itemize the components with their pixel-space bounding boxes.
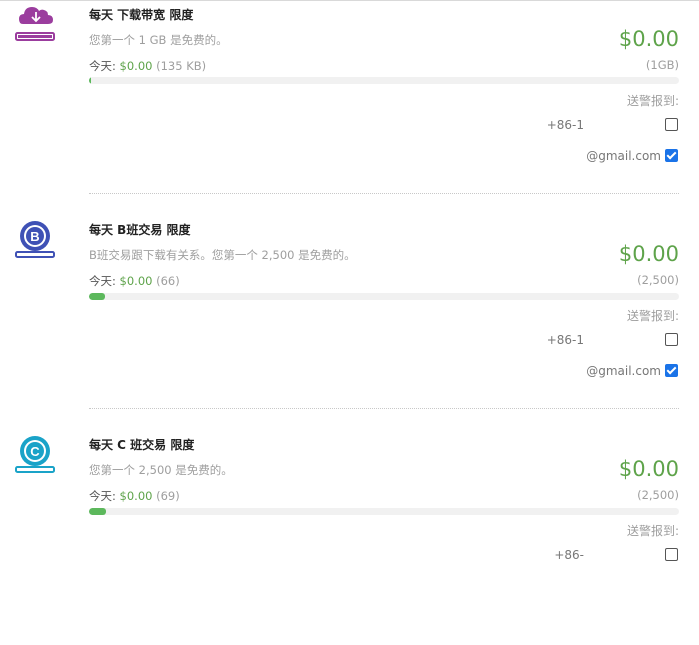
today-count: (69) — [156, 489, 180, 503]
today-count: (135 KB) — [156, 59, 207, 73]
today-label: 今天: — [89, 489, 116, 503]
section-description: 您第一个 2,500 是免费的。 — [89, 463, 233, 477]
today-amount: $0.00 — [119, 489, 153, 503]
class-b-transaction-icon: B — [15, 218, 57, 260]
today-usage: 今天: $0.00 (66) — [89, 273, 180, 289]
alert-label: 送警报到: — [626, 309, 679, 323]
class-c-transaction-section: C 每天 C 班交易 限度 您第一个 2,500 是免费的。 $0.00 今天:… — [0, 430, 699, 645]
phone-alert-checkbox[interactable] — [665, 333, 678, 346]
today-amount: $0.00 — [119, 59, 153, 73]
today-count: (66) — [156, 274, 180, 288]
phone-alert-checkbox[interactable] — [665, 118, 678, 131]
email-contact: @gmail.com — [586, 149, 661, 163]
class-b-transaction-section: B 每天 B班交易 限度 B班交易跟下载有关系。您第一个 2,500 是免费的。… — [0, 215, 699, 430]
phone-contact: +86- — [554, 548, 584, 562]
email-alert-checkbox[interactable] — [665, 364, 678, 377]
today-usage: 今天: $0.00 (69) — [89, 488, 180, 504]
section-divider — [89, 193, 679, 194]
usage-progress-bar — [89, 293, 679, 300]
section-title: 每天 B班交易 限度 — [89, 223, 191, 237]
usage-progress-fill — [89, 508, 106, 515]
section-description: 您第一个 1 GB 是免费的。 — [89, 33, 228, 47]
section-description: B班交易跟下载有关系。您第一个 2,500 是免费的。 — [89, 248, 356, 262]
usage-limit: (2,500) — [637, 273, 679, 287]
today-label: 今天: — [89, 274, 116, 288]
svg-text:C: C — [30, 444, 40, 459]
usage-limit: (1GB) — [645, 58, 679, 72]
alert-label: 送警报到: — [626, 524, 679, 538]
bandwidth-limit-section: 每天 下载带宽 限度 您第一个 1 GB 是免费的。 $0.00 今天: $0.… — [0, 0, 699, 215]
email-contact: @gmail.com — [586, 364, 661, 378]
usage-progress-fill — [89, 77, 91, 84]
today-label: 今天: — [89, 59, 116, 73]
section-divider — [89, 408, 679, 409]
section-price: $0.00 — [618, 242, 679, 266]
today-usage: 今天: $0.00 (135 KB) — [89, 58, 206, 74]
section-price: $0.00 — [618, 457, 679, 481]
phone-alert-checkbox[interactable] — [665, 548, 678, 561]
phone-contact: +86-1 — [546, 118, 584, 132]
usage-progress-bar — [89, 508, 679, 515]
usage-progress-bar — [89, 77, 679, 84]
svg-text:B: B — [30, 229, 39, 244]
usage-progress-fill — [89, 293, 105, 300]
cloud-download-icon — [15, 2, 57, 44]
usage-limit: (2,500) — [637, 488, 679, 502]
today-amount: $0.00 — [119, 274, 153, 288]
section-price: $0.00 — [618, 27, 679, 51]
class-c-transaction-icon: C — [15, 433, 57, 475]
email-alert-checkbox[interactable] — [665, 149, 678, 162]
phone-contact: +86-1 — [546, 333, 584, 347]
alert-label: 送警报到: — [626, 94, 679, 108]
section-title: 每天 下载带宽 限度 — [89, 8, 194, 22]
section-title: 每天 C 班交易 限度 — [89, 438, 195, 452]
